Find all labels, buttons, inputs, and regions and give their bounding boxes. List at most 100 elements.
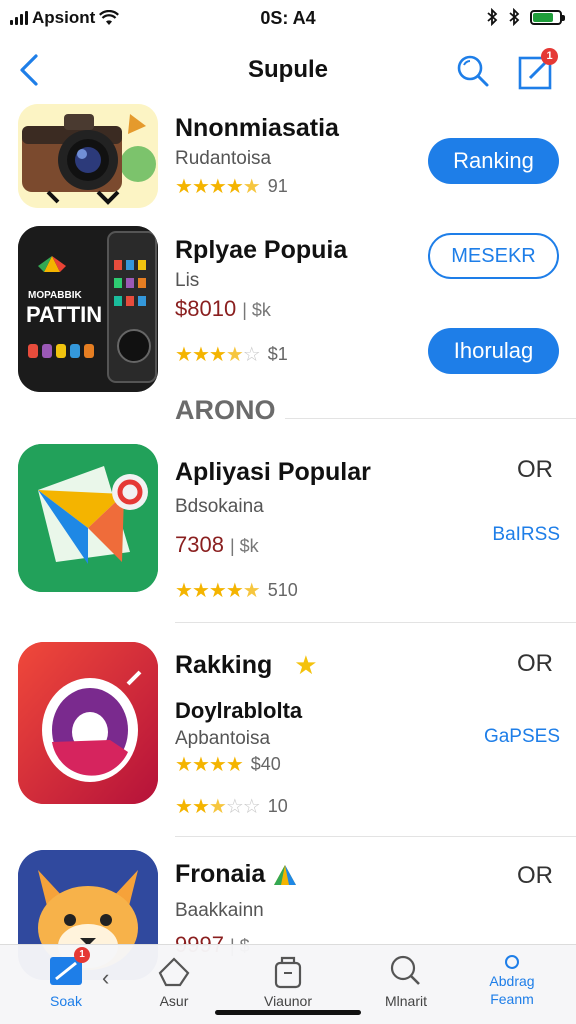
search-tab-icon bbox=[390, 955, 420, 985]
star-icon: ★ bbox=[191, 579, 210, 602]
price-unit: | $k bbox=[229, 536, 259, 556]
app-list-item[interactable]: Apliyasi Popular Bdsokaina 7308 | $k ★ ★ ★ ★… bbox=[0, 440, 576, 620]
tab-label: Mlnarit bbox=[384, 993, 427, 1009]
home-indicator bbox=[215, 1010, 361, 1015]
chevron-left-icon: ‹ bbox=[102, 965, 110, 990]
app-price: $8010 | $k bbox=[175, 296, 271, 322]
star-rating: ★ ★ ★ ★ ★ bbox=[175, 579, 261, 602]
app-link[interactable]: BaIRSS bbox=[492, 524, 560, 546]
photo-app-icon: MOPABBIK PATTIN bbox=[18, 226, 158, 392]
star-icon: ★ bbox=[208, 795, 227, 818]
ring-app-icon bbox=[18, 642, 158, 804]
compose-badge: 1 bbox=[541, 48, 558, 65]
star-icon: ☆ bbox=[242, 795, 261, 818]
star-icon: ★ bbox=[175, 175, 193, 198]
star-icon: ☆ bbox=[242, 343, 261, 366]
or-label: OR bbox=[517, 456, 553, 483]
app-subtitle: Lis bbox=[175, 270, 200, 291]
star-icon: ★ bbox=[225, 343, 244, 366]
outline-button[interactable]: MESEKR bbox=[428, 233, 559, 279]
star-icon: ★ bbox=[208, 175, 227, 198]
bluetooth-icon bbox=[487, 8, 498, 26]
app-subtitle: Apbantoisa bbox=[175, 728, 271, 749]
star-rating: ★ ★ ★ ★ bbox=[175, 753, 244, 776]
star-icon: ★ bbox=[208, 343, 227, 366]
app-list-item[interactable]: Nnonmiasatia Rudantoisa ★ ★ ★ ★ ★ 91 Ranking bbox=[0, 100, 576, 215]
tab-mlnarit[interactable]: Mlnarit bbox=[356, 953, 456, 1009]
star-icon: ★ bbox=[242, 579, 261, 602]
tab-badge: 1 bbox=[74, 947, 90, 963]
navigation-bar: Supule 1 bbox=[0, 40, 576, 100]
home-tab-icon bbox=[158, 957, 190, 987]
app-subtitle: Baakkainn bbox=[175, 900, 264, 921]
app-subtitle: Bdsokaina bbox=[175, 496, 264, 517]
app-price: 7308 | $k bbox=[175, 532, 259, 558]
star-icon: ★ bbox=[191, 175, 210, 198]
brand-triangle-icon bbox=[274, 864, 297, 885]
star-icon: ☆ bbox=[225, 795, 244, 818]
app-list-item[interactable]: MOPABBIK PATTIN Rplyae Popuia Lis $8010 |… bbox=[0, 222, 576, 397]
price-unit: | $k bbox=[242, 300, 271, 320]
app-store-screen: Apsiont 0S: A4 Supule 1 Nnonmiasatia Rud… bbox=[0, 0, 576, 1024]
icon-subtext: MOPABBIK bbox=[28, 290, 82, 301]
divider bbox=[175, 622, 576, 623]
tab-soak[interactable]: 1 Soak bbox=[16, 947, 116, 1009]
rating-count: 510 bbox=[267, 580, 298, 600]
app-name: Apliyasi Popular bbox=[175, 458, 371, 486]
star-icon: ★ bbox=[191, 795, 210, 818]
app-list-item[interactable]: Fronaia Baakkainn 9997| $ OR bbox=[0, 848, 576, 980]
status-right bbox=[486, 8, 565, 26]
tab-viaunor[interactable]: Viaunor bbox=[238, 953, 338, 1009]
status-bar: Apsiont 0S: A4 bbox=[0, 0, 576, 36]
star-icon: ★ bbox=[175, 753, 193, 776]
star-icon: ★ bbox=[208, 579, 227, 602]
star-icon: ★ bbox=[225, 579, 244, 602]
app-name-text: Fronaia bbox=[175, 860, 266, 888]
rating: ★ ★ ★ ★ ☆ $1 bbox=[175, 344, 288, 365]
profile-tab-icon bbox=[505, 955, 519, 969]
star-rating: ★ ★ ★ ★ ★ bbox=[175, 175, 261, 198]
app-subtitle: Rudantoisa bbox=[175, 148, 272, 169]
app-name: Nnonmiasatia bbox=[175, 114, 339, 142]
star-icon: ★ bbox=[175, 795, 193, 818]
rating-count: $40 bbox=[250, 754, 281, 774]
play-folder-app-icon bbox=[18, 444, 158, 592]
divider bbox=[175, 836, 576, 837]
tab-asur[interactable]: Asur bbox=[124, 953, 224, 1009]
bluetooth-icon bbox=[509, 8, 520, 26]
star-icon: ★ bbox=[242, 175, 261, 198]
tab-label-secondary: Feanm bbox=[490, 991, 534, 1007]
featured-star-icon: ★ bbox=[294, 650, 318, 680]
star-icon: ★ bbox=[175, 579, 193, 602]
rating: ★ ★ ★ ☆ ☆ 10 bbox=[175, 796, 288, 817]
rating: ★ ★ ★ ★ $40 bbox=[175, 754, 281, 775]
price-value: 7308 bbox=[175, 532, 224, 557]
rating-count: 91 bbox=[267, 176, 288, 196]
app-link[interactable]: GaPSES bbox=[484, 726, 560, 748]
tab-label: Asur bbox=[159, 993, 189, 1009]
app-subtitle-bold: Doylrablolta bbox=[175, 698, 303, 723]
app-list-item[interactable]: Rakking ★ Doylrablolta Apbantoisa ★ ★ ★ ★ $… bbox=[0, 638, 576, 833]
star-rating: ★ ★ ★ ☆ ☆ bbox=[175, 795, 261, 818]
star-icon: ★ bbox=[225, 753, 244, 776]
ranking-button[interactable]: Ranking bbox=[428, 138, 559, 184]
compose-button[interactable]: 1 bbox=[514, 48, 560, 94]
tab-label: Soak bbox=[50, 993, 82, 1009]
star-icon: ★ bbox=[208, 753, 227, 776]
tab-abdrag[interactable]: Abdrag Feanm bbox=[462, 953, 562, 1007]
rating-count: $1 bbox=[267, 344, 288, 364]
icon-text: PATTIN bbox=[26, 302, 102, 327]
tab-label: Viaunor bbox=[263, 993, 312, 1009]
search-button[interactable] bbox=[452, 50, 492, 90]
bag-tab-icon bbox=[274, 956, 302, 989]
rating: ★ ★ ★ ★ ★ 510 bbox=[175, 580, 298, 601]
rating: ★ ★ ★ ★ ★ 91 bbox=[175, 176, 288, 197]
action-button[interactable]: Ihorulag bbox=[428, 328, 559, 374]
star-icon: ★ bbox=[225, 175, 244, 198]
app-name: Fronaia bbox=[175, 860, 297, 889]
app-name: Rakking ★ bbox=[175, 650, 318, 681]
star-icon: ★ bbox=[191, 343, 210, 366]
or-label: OR bbox=[517, 862, 553, 889]
tab-label: Abdrag bbox=[489, 973, 535, 989]
battery-icon bbox=[530, 9, 565, 25]
